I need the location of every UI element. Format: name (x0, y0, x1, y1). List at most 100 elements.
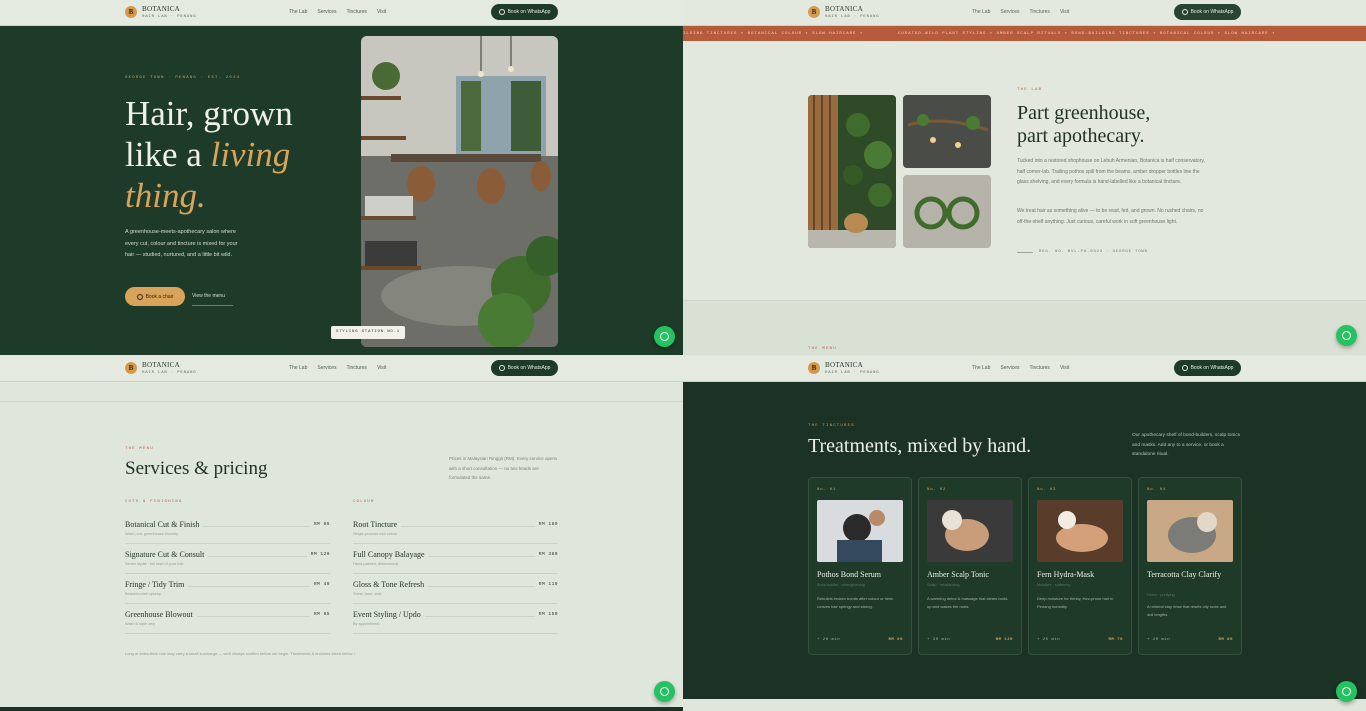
nav-link-the-lab[interactable]: The Lab (289, 365, 307, 371)
floating-whatsapp-button[interactable] (1336, 325, 1357, 346)
hero-section: B BOTANICA HAIR LAB · PENANG The Lab Ser… (0, 0, 683, 355)
hero-title-line2a: like a (125, 135, 211, 174)
next-section-edge (0, 707, 683, 711)
service-name: Gloss & Tone Refresh (353, 580, 429, 589)
service-price: RM 110 (534, 582, 558, 587)
nav-link-tinctures[interactable]: Tinctures (347, 365, 367, 371)
treatment-price: RM 120 (995, 638, 1013, 642)
lab-title: Part greenhouse, part apothecary. (1017, 102, 1237, 148)
service-row: Greenhouse Blowout Wash & style only RM … (125, 604, 330, 634)
top-nav: B BOTANICA HAIR LAB · PENANG The Lab Ser… (683, 0, 1366, 26)
colour-column-title: COLOUR (353, 500, 375, 504)
nav-link-visit[interactable]: Visit (377, 365, 386, 371)
service-row: Botanical Cut & Finish Wash, cut, greenh… (125, 514, 330, 544)
treatment-photo (1037, 500, 1123, 562)
card-footer: + 20 min RM 90 (817, 638, 903, 642)
service-description: Between-visit upkeep (125, 592, 162, 596)
nav-link-services[interactable]: Services (1000, 9, 1019, 15)
lab-title-line1: Part greenhouse, (1017, 102, 1151, 124)
brand-name[interactable]: BOTANICA (142, 5, 180, 13)
lab-paragraph-2: We treat hair as something alive — to be… (1017, 208, 1204, 225)
brand-name[interactable]: BOTANICA (825, 5, 863, 13)
wreath-photo (903, 175, 991, 248)
whatsapp-icon (660, 687, 669, 696)
photo-badge: STYLING STATION NO.1 (331, 326, 406, 339)
brand-name[interactable]: BOTANICA (142, 361, 180, 369)
nav-link-services[interactable]: Services (1000, 365, 1019, 371)
treatments-title: Treatments, mixed by hand. (808, 435, 1032, 457)
nav-link-services[interactable]: Services (317, 365, 336, 371)
brand-subtitle: HAIR LAB · PENANG (142, 15, 197, 19)
nav-link-visit[interactable]: Visit (377, 9, 386, 15)
book-whatsapp-button[interactable]: Book on WhatsApp (1174, 360, 1241, 376)
service-price: RM 180 (534, 522, 558, 527)
card-number: No. 02 (927, 488, 947, 492)
nav-link-tinctures[interactable]: Tinctures (347, 9, 367, 15)
book-whatsapp-button[interactable]: Book on WhatsApp (491, 4, 558, 20)
brand-logo[interactable]: B (125, 362, 137, 374)
nav-link-the-lab[interactable]: The Lab (972, 365, 990, 371)
nav-link-the-lab[interactable]: The Lab (972, 9, 990, 15)
brand-logo[interactable]: B (125, 6, 137, 18)
nav-links: The Lab Services Tinctures Visit (972, 365, 1069, 371)
nav-link-tinctures[interactable]: Tinctures (1030, 365, 1050, 371)
treatment-card[interactable]: No. 03 Fern Hydra-Mask Moisture · soften… (1028, 477, 1132, 655)
treatment-duration: + 30 min (927, 638, 951, 642)
floating-whatsapp-button[interactable] (654, 326, 675, 347)
treatment-price: RM 90 (888, 638, 903, 642)
lab-paragraph-1: Tucked into a restored shophouse on Lebu… (1017, 158, 1205, 185)
book-whatsapp-label: Book on WhatsApp (507, 365, 551, 371)
book-whatsapp-button[interactable]: Book on WhatsApp (491, 360, 558, 376)
book-whatsapp-button[interactable]: Book on WhatsApp (1174, 4, 1241, 20)
treatment-card[interactable]: No. 04 Terracotta Clay Clarify Detox · p… (1138, 477, 1242, 655)
marquee-banner: ILDING TINCTURES ✦ BOTANICAL COLOUR ✦ SL… (683, 26, 1366, 41)
service-row: Fringe / Tidy Trim Between-visit upkeep … (125, 574, 330, 604)
nav-link-services[interactable]: Services (317, 9, 336, 15)
marquee-text-lead: ILDING TINCTURES ✦ BOTANICAL COLOUR ✦ SL… (683, 32, 864, 36)
whatsapp-icon (498, 365, 505, 371)
service-description: Shine, tone, seal (353, 592, 382, 596)
service-price: RM 85 (309, 522, 330, 527)
lab-title-line2: part apothecary. (1017, 125, 1145, 147)
nav-link-the-lab[interactable]: The Lab (289, 9, 307, 15)
whatsapp-icon (660, 332, 669, 341)
brand-logo[interactable]: B (808, 6, 820, 18)
service-row: Event Styling / Updo By appointment RM 1… (353, 604, 558, 634)
service-price: RM 150 (534, 612, 558, 617)
card-number: No. 03 (1037, 488, 1057, 492)
treatment-duration: + 20 min (1147, 638, 1171, 642)
floating-whatsapp-button[interactable] (1336, 681, 1357, 702)
service-description: Hand-painted, dimensional (353, 562, 399, 566)
treatment-photo (1147, 500, 1233, 562)
service-name: Event Styling / Updo (353, 610, 425, 619)
book-whatsapp-label: Book on WhatsApp (1190, 365, 1234, 371)
card-number: No. 01 (817, 488, 837, 492)
book-whatsapp-label: Book on WhatsApp (507, 9, 551, 15)
service-price: RM 65 (309, 612, 330, 617)
treatment-photo (817, 500, 903, 562)
nav-links: The Lab Services Tinctures Visit (289, 9, 386, 15)
lab-registration-text: REG. NO. BVL-PG-0324 · GEORGE TOWN (1039, 250, 1148, 254)
nav-link-tinctures[interactable]: Tinctures (1030, 9, 1050, 15)
brand-logo[interactable]: B (808, 362, 820, 374)
service-description: Wash, cut, greenhouse blowdry (125, 532, 179, 536)
book-chair-label: Book a chair (145, 293, 174, 300)
service-description: By appointment (353, 622, 380, 626)
brand-subtitle: HAIR LAB · PENANG (825, 371, 880, 375)
nav-link-visit[interactable]: Visit (1060, 9, 1069, 15)
hero-title-line3: thing. (125, 176, 206, 215)
treatment-card[interactable]: No. 01 Pothos Bond Serum Bond-builder · … (808, 477, 912, 655)
treatment-card[interactable]: No. 02 Amber Scalp Tonic Scalp · rebalan… (918, 477, 1022, 655)
top-nav: B BOTANICA HAIR LAB · PENANG The Lab Ser… (0, 0, 683, 26)
lab-section: B BOTANICA HAIR LAB · PENANG The Lab Ser… (683, 0, 1366, 355)
treatments-kicker: THE TINCTURES (808, 424, 855, 428)
whatsapp-icon (1342, 331, 1351, 340)
view-menu-link[interactable]: View the menu (192, 293, 233, 306)
floating-whatsapp-button[interactable] (654, 681, 675, 702)
brand-name[interactable]: BOTANICA (825, 361, 863, 369)
nav-link-visit[interactable]: Visit (1060, 365, 1069, 371)
lab-kicker: THE LAB (1017, 88, 1043, 92)
section-divider (0, 382, 683, 402)
treatment-duration: + 20 min (817, 638, 841, 642)
book-chair-button[interactable]: Book a chair (125, 287, 185, 306)
